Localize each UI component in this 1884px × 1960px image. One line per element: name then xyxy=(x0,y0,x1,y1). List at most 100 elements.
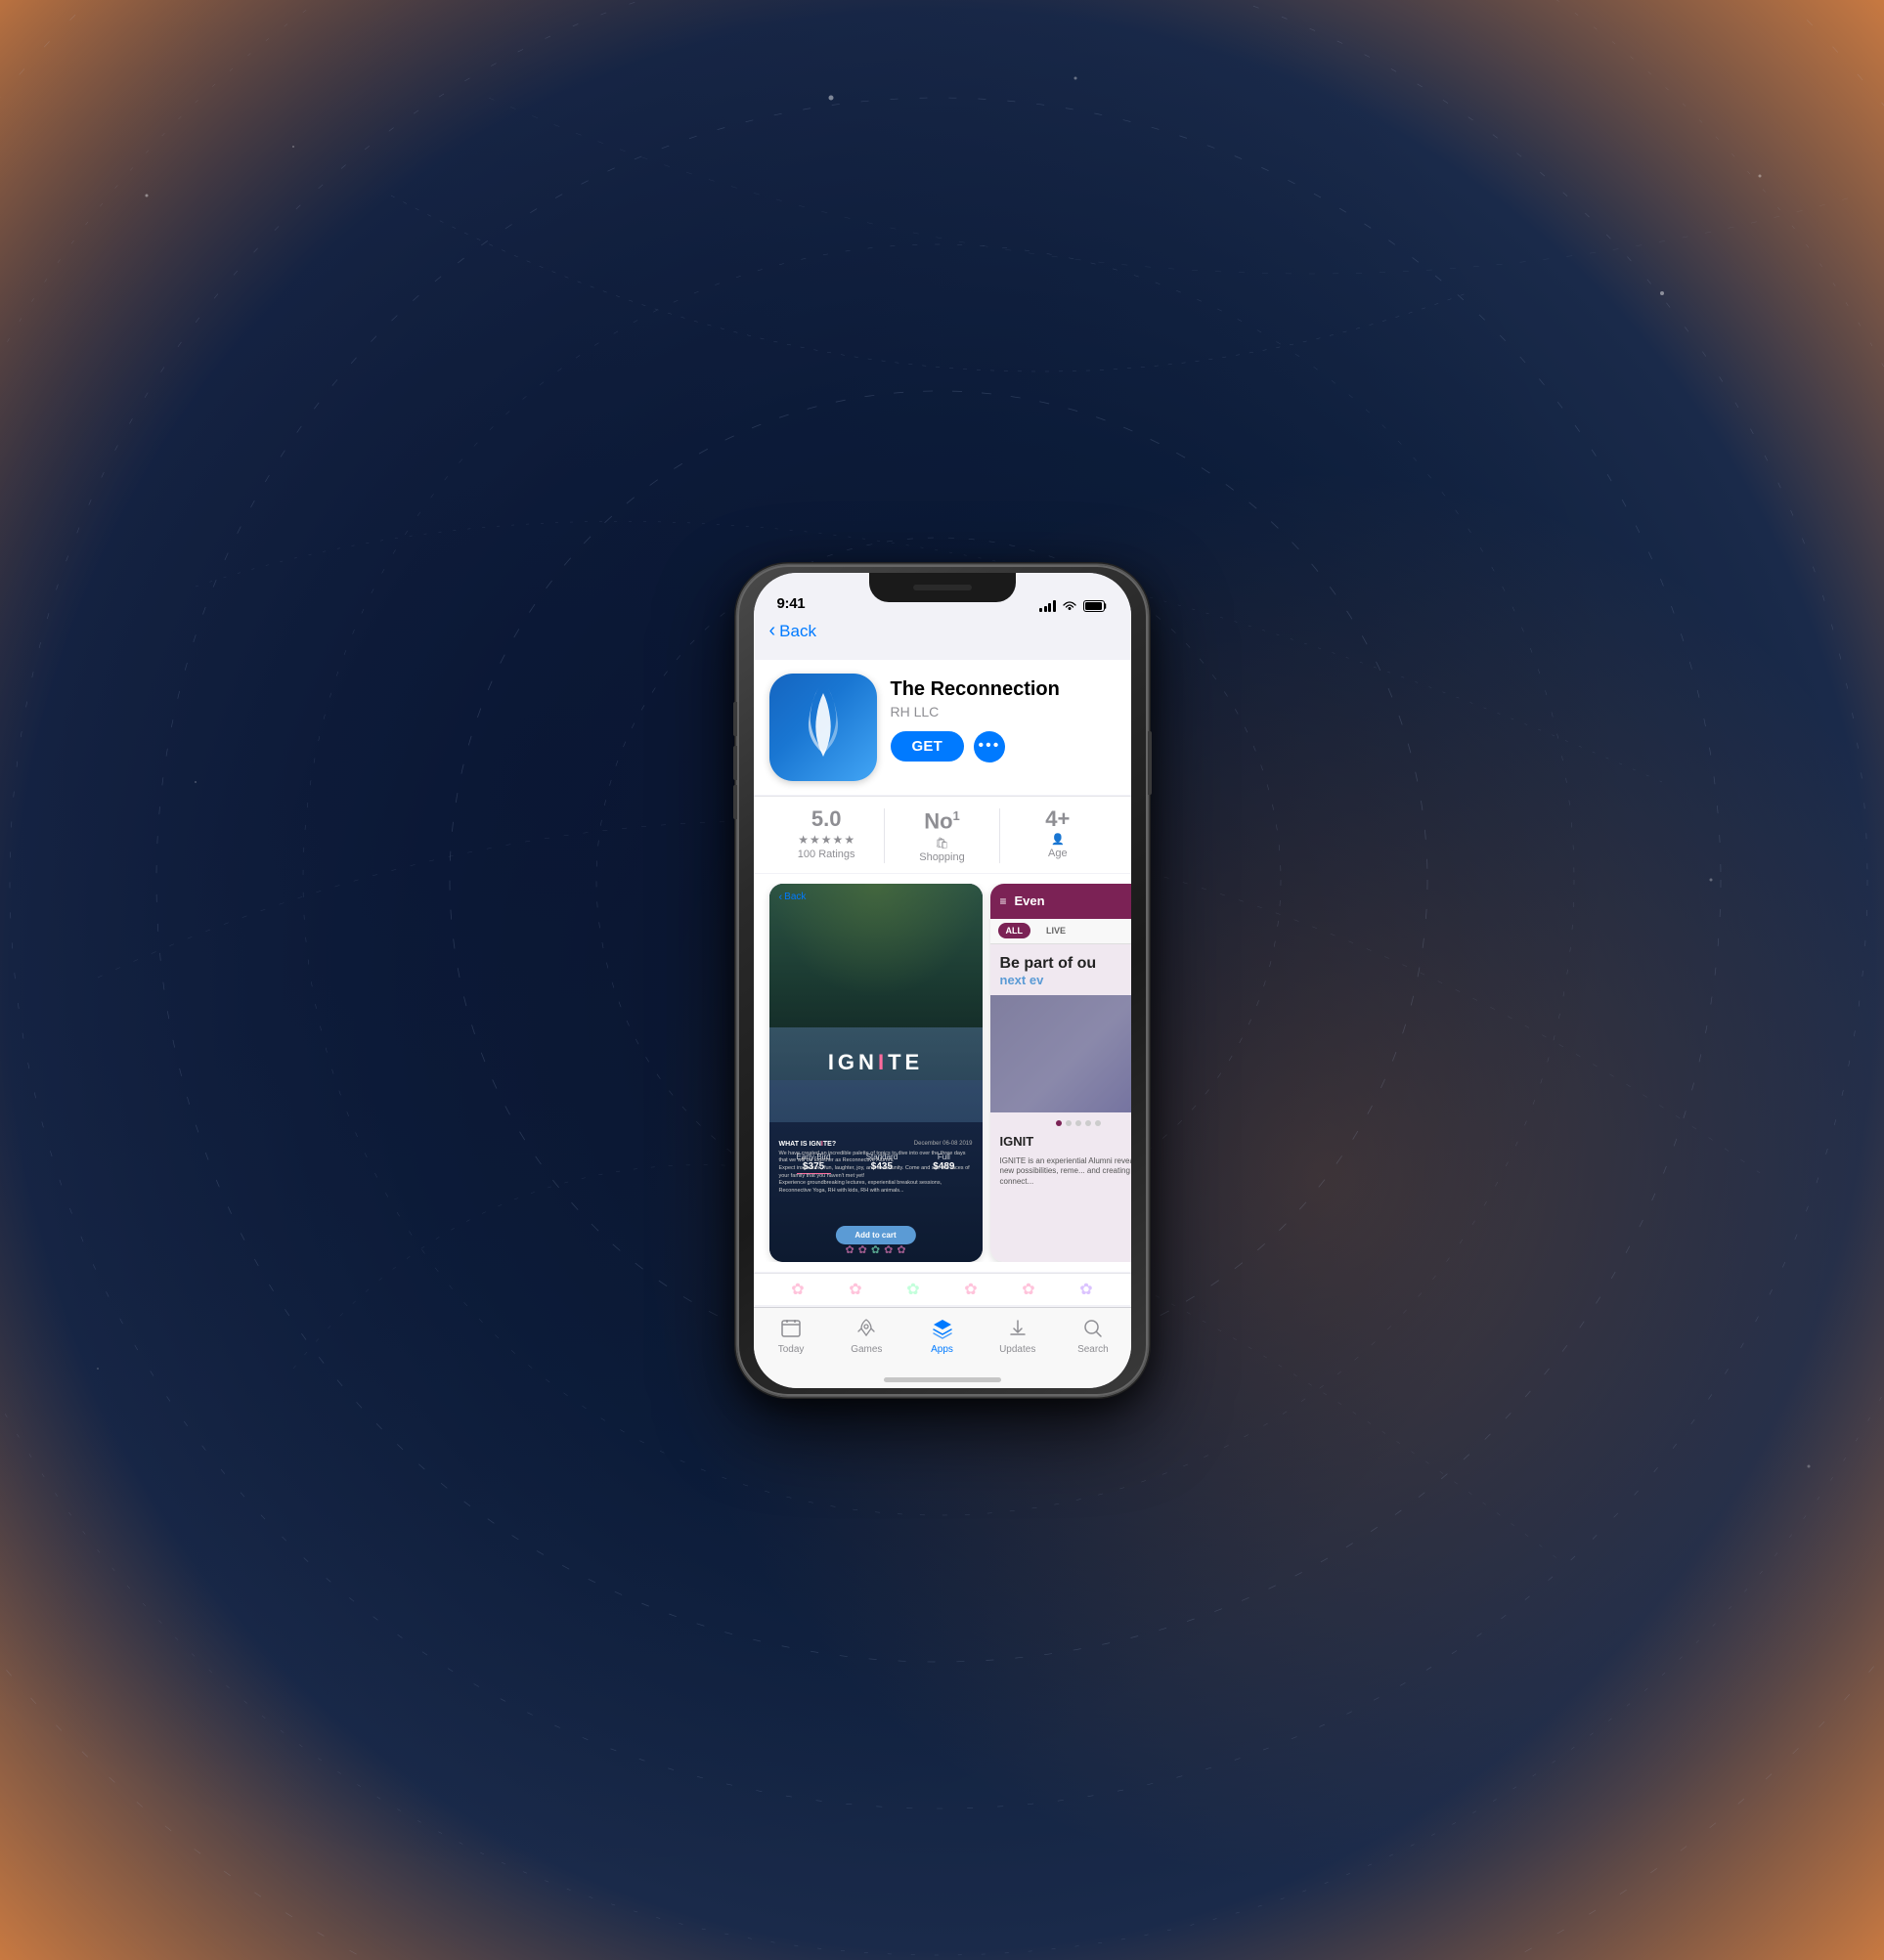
ss1-what-header: WHAT IS IGNITE? December 06-08 2019 xyxy=(779,1141,973,1148)
games-icon xyxy=(854,1316,879,1341)
flower-icon-4: ✿ xyxy=(884,1243,893,1256)
add-to-cart-button[interactable]: Add to cart xyxy=(835,1226,915,1244)
star-2: ★ xyxy=(810,833,820,847)
speaker xyxy=(913,585,972,590)
app-developer: RH LLC xyxy=(891,704,1116,719)
flower-icon-5: ✿ xyxy=(897,1243,905,1256)
ss2-img-bg xyxy=(990,995,1131,1112)
rating-score: 5.0 xyxy=(811,808,842,830)
nav-item-apps[interactable]: Apps xyxy=(904,1316,980,1355)
rank-display: No1 xyxy=(924,808,960,834)
ss1-ignite-text: IGNITE xyxy=(828,1050,923,1074)
star-4: ★ xyxy=(833,833,844,847)
magnifier-icon xyxy=(1082,1318,1104,1339)
ss2-menu-icon: ≡ xyxy=(1000,894,1007,908)
signal-bar-3 xyxy=(1048,603,1051,612)
back-label: Back xyxy=(779,622,816,641)
signal-icon xyxy=(1039,600,1056,612)
rating-count: 100 Ratings xyxy=(798,849,855,860)
battery-icon xyxy=(1083,600,1108,612)
ss1-back-button: ‹ Back xyxy=(779,892,807,903)
nav-label-games: Games xyxy=(851,1344,882,1355)
ss2-header: ≡ Even xyxy=(990,884,1131,919)
updates-icon xyxy=(1005,1316,1030,1341)
flower-deco-4: ✿ xyxy=(964,1280,977,1299)
search-icon xyxy=(1080,1316,1106,1341)
scroll-area[interactable]: ‹ Back The Reconnect xyxy=(754,616,1131,1307)
age-value: 4+ xyxy=(1045,808,1070,830)
ss1-what-title: WHAT IS IGNITE? xyxy=(779,1141,837,1148)
ss1-bottom-icons: ✿ ✿ ✿ ✿ ✿ xyxy=(769,1243,983,1256)
flower-deco-2: ✿ xyxy=(849,1280,861,1299)
rank-superscript: 1 xyxy=(953,808,960,823)
ss2-ignite-desc: IGNITE is an experiential Alumni reveali… xyxy=(990,1156,1131,1187)
apps-icon xyxy=(930,1316,955,1341)
more-dots-icon: ••• xyxy=(979,738,1001,754)
flower-deco-3: ✿ xyxy=(906,1280,919,1299)
ss1-back-chevron: ‹ xyxy=(779,892,783,903)
status-icons xyxy=(1039,600,1108,612)
phone-device: 9:41 xyxy=(737,565,1148,1396)
ss2-next-event: next ev xyxy=(990,973,1131,987)
back-chevron-icon: ‹ xyxy=(769,620,776,642)
signal-bar-2 xyxy=(1044,606,1047,612)
ss1-back-label: Back xyxy=(784,892,806,902)
ss2-tabs: ALL LIVE xyxy=(990,919,1131,944)
nav-label-apps: Apps xyxy=(931,1344,953,1355)
rating-score-block: 5.0 ★ ★ ★ ★ ★ 100 Ratings xyxy=(769,808,884,863)
flower-icon-1: ✿ xyxy=(845,1243,854,1256)
signal-bar-4 xyxy=(1053,600,1056,612)
nav-item-games[interactable]: Games xyxy=(829,1316,904,1355)
screenshot-2: ≡ Even ALL LIVE Be part of ou xyxy=(990,884,1131,1262)
flower-icon-2: ✿ xyxy=(858,1243,867,1256)
screenshot-1: ‹ Back IGNITE Early-B xyxy=(769,884,983,1262)
ratings-section: 5.0 ★ ★ ★ ★ ★ 100 Ratings No1 xyxy=(754,796,1131,873)
rocket-icon xyxy=(855,1318,877,1339)
back-button[interactable]: ‹ Back xyxy=(769,622,1116,642)
dot-4 xyxy=(1085,1120,1091,1126)
ranking-block: No1 🛍 Shopping xyxy=(884,808,999,863)
screenshots-section[interactable]: ‹ Back IGNITE Early-B xyxy=(754,874,1131,1272)
app-details: The Reconnection RH LLC GET ••• xyxy=(891,674,1116,762)
nav-label-today: Today xyxy=(778,1344,805,1355)
app-icon xyxy=(769,674,877,781)
nav-item-updates[interactable]: Updates xyxy=(980,1316,1055,1355)
app-actions: GET ••• xyxy=(891,731,1116,762)
more-options-button[interactable]: ••• xyxy=(974,731,1005,762)
screenshots-scroll[interactable]: ‹ Back IGNITE Early-B xyxy=(754,884,1131,1262)
rank-category: Shopping xyxy=(919,851,965,863)
nav-label-search: Search xyxy=(1077,1344,1109,1355)
status-time: 9:41 xyxy=(777,595,806,612)
ss2-event-image xyxy=(990,995,1131,1112)
get-button[interactable]: GET xyxy=(891,731,964,762)
dot-2 xyxy=(1066,1120,1072,1126)
ss1-background: ‹ Back IGNITE Early-B xyxy=(769,884,983,1262)
ss1-ignite-title: IGNITE xyxy=(828,1050,923,1075)
nav-item-today[interactable]: Today xyxy=(754,1316,829,1355)
ss2-tab-live[interactable]: LIVE xyxy=(1038,923,1073,938)
signal-bar-1 xyxy=(1039,608,1042,612)
bottom-nav: Today Games xyxy=(754,1307,1131,1388)
download-icon xyxy=(1007,1318,1029,1339)
nav-item-search[interactable]: Search xyxy=(1055,1316,1130,1355)
ss2-ignite-label: IGNIT xyxy=(990,1126,1131,1156)
ss2-tab-all[interactable]: ALL xyxy=(998,923,1031,938)
flowers-decoration-row: ✿ ✿ ✿ ✿ ✿ ✿ xyxy=(754,1273,1131,1305)
star-3: ★ xyxy=(821,833,832,847)
flower-deco-1: ✿ xyxy=(791,1280,804,1299)
age-block: 4+ 👤 Age xyxy=(999,808,1115,863)
rank-no: No xyxy=(924,808,952,833)
stars-row: ★ ★ ★ ★ ★ xyxy=(798,833,854,847)
home-indicator xyxy=(884,1377,1001,1382)
person-icon: 👤 xyxy=(1051,833,1065,846)
age-label: Age xyxy=(1048,848,1068,859)
ss2-be-part: Be part of ou xyxy=(990,944,1131,973)
ss2-header-title: Even xyxy=(1015,893,1045,908)
dot-5 xyxy=(1095,1120,1101,1126)
nav-label-updates: Updates xyxy=(999,1344,1035,1355)
phone-screen: 9:41 xyxy=(754,573,1131,1388)
today-icon xyxy=(778,1316,804,1341)
flower-deco-6: ✿ xyxy=(1079,1280,1092,1299)
phone-body: 9:41 xyxy=(737,565,1148,1396)
flower-icon-3: ✿ xyxy=(871,1243,880,1256)
